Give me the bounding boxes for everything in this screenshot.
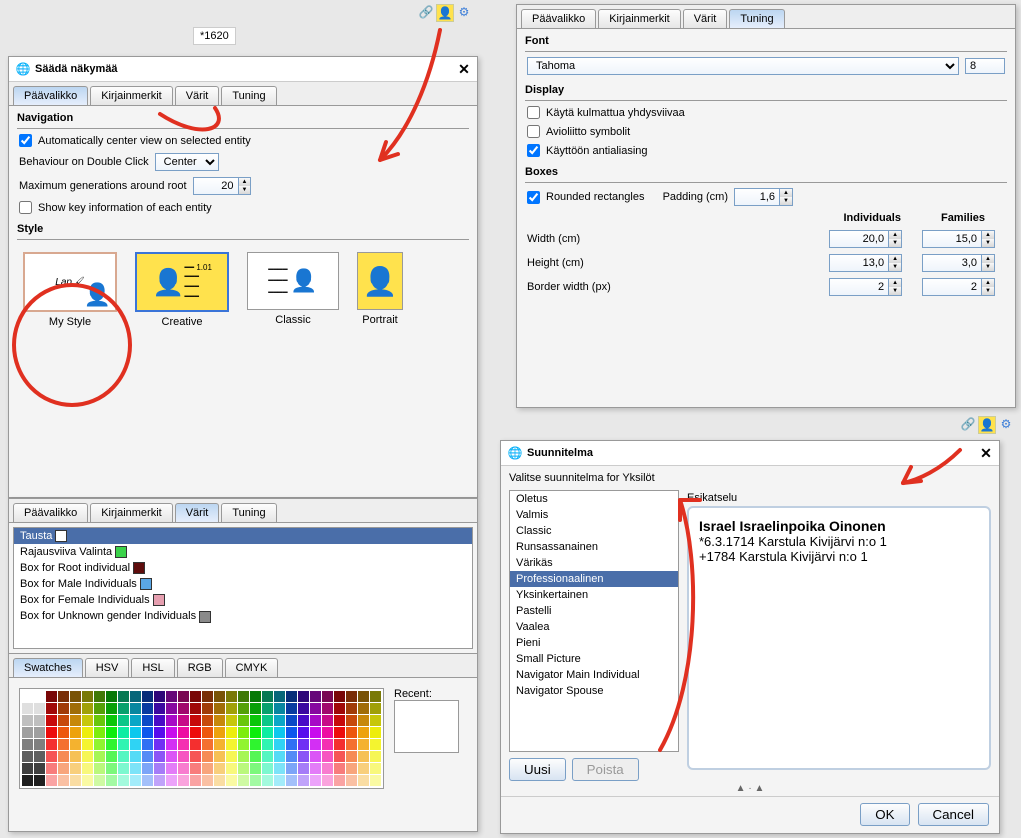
list-item: Box for Male Individuals bbox=[14, 576, 472, 592]
list-item[interactable]: Oletus bbox=[510, 491, 678, 507]
height-ind-spinner[interactable]: ▲▼ bbox=[829, 254, 902, 272]
maxgen-spinner[interactable]: ▲▼ bbox=[193, 177, 252, 195]
close-icon[interactable]: ✕ bbox=[457, 62, 471, 76]
expand-handle[interactable]: ▲ · ▲ bbox=[501, 781, 999, 796]
font-select[interactable]: Tahoma bbox=[527, 57, 959, 75]
person-icon[interactable]: 👤 bbox=[436, 4, 454, 22]
list-item: Rajausviiva Valinta bbox=[14, 544, 472, 560]
list-item[interactable]: Classic bbox=[510, 523, 678, 539]
tab-swatches[interactable]: Swatches bbox=[13, 658, 83, 677]
tab-hsv[interactable]: HSV bbox=[85, 658, 130, 677]
antialiasing-checkbox[interactable] bbox=[527, 144, 540, 157]
maxgen-label: Maximum generations around root bbox=[19, 180, 187, 192]
tab-kirjainmerkit-3[interactable]: Kirjainmerkit bbox=[598, 9, 681, 28]
colors-panel: Päävalikko Kirjainmerkit Värit Tuning Ta… bbox=[8, 498, 478, 832]
behaviour-label: Behaviour on Double Click bbox=[19, 156, 149, 168]
list-item[interactable]: Small Picture bbox=[510, 651, 678, 667]
tab-cmyk[interactable]: CMYK bbox=[225, 658, 279, 677]
new-button[interactable]: Uusi bbox=[509, 758, 566, 781]
preview-name: Israel Israelinpoika Oinonen bbox=[699, 518, 979, 534]
list-item[interactable]: Värikäs bbox=[510, 555, 678, 571]
list-item[interactable]: Yksinkertainen bbox=[510, 587, 678, 603]
auto-center-checkbox[interactable] bbox=[19, 134, 32, 147]
globe-icon-2: 🌐 bbox=[507, 445, 523, 461]
list-item[interactable]: Navigator Main Individual bbox=[510, 667, 678, 683]
display-heading: Display bbox=[517, 78, 1015, 98]
list-item[interactable]: Pastelli bbox=[510, 603, 678, 619]
delete-button: Poista bbox=[572, 758, 639, 781]
font-size-input[interactable] bbox=[965, 58, 1005, 74]
recent-label: Recent: bbox=[394, 688, 459, 700]
padding-spinner[interactable]: ▲▼ bbox=[734, 188, 793, 206]
list-item: Box for Root individual bbox=[14, 560, 472, 576]
tab-paavalikko-3[interactable]: Päävalikko bbox=[521, 9, 596, 28]
style-heading: Style bbox=[9, 217, 477, 237]
style-classic[interactable]: ━━━━━━━━━━━━ 👤 Classic bbox=[247, 252, 339, 328]
tab-varit-3[interactable]: Värit bbox=[683, 9, 728, 28]
recent-swatches[interactable] bbox=[394, 700, 459, 753]
tab-tuning-3[interactable]: Tuning bbox=[729, 9, 784, 28]
height-fam-spinner[interactable]: ▲▼ bbox=[922, 254, 995, 272]
plan-title: Suunnitelma bbox=[527, 447, 593, 459]
style-my-style[interactable]: Lap🖌👤 My Style bbox=[23, 252, 117, 328]
preview-heading: Esikatselu bbox=[687, 490, 991, 506]
list-item: Tausta bbox=[14, 528, 472, 544]
showkey-checkbox[interactable] bbox=[19, 201, 32, 214]
preview-death: +1784 Karstula Kivijärvi n:o 1 bbox=[699, 549, 979, 564]
list-item: Box for Female Individuals bbox=[14, 592, 472, 608]
document-tab[interactable]: *1620 bbox=[193, 27, 236, 45]
color-list[interactable]: Tausta Rajausviiva Valinta Box for Root … bbox=[13, 527, 473, 649]
close-icon-2[interactable]: ✕ bbox=[979, 446, 993, 460]
style-creative[interactable]: 👤━━ 1.01━━━━━━━━━ Creative bbox=[135, 252, 229, 328]
font-heading: Font bbox=[517, 29, 1015, 49]
tab-varit[interactable]: Värit bbox=[175, 86, 220, 105]
gear-icon[interactable]: ⚙ bbox=[456, 4, 472, 20]
list-item[interactable]: Pieni bbox=[510, 635, 678, 651]
marriage-symbols-checkbox[interactable] bbox=[527, 125, 540, 138]
rounded-checkbox[interactable] bbox=[527, 191, 540, 204]
list-item[interactable]: Valmis bbox=[510, 507, 678, 523]
preview-birth: *6.3.1714 Karstula Kivijärvi n:o 1 bbox=[699, 534, 979, 549]
tuning-panel: Päävalikko Kirjainmerkit Värit Tuning Fo… bbox=[516, 4, 1016, 408]
list-item[interactable]: Runsassanainen bbox=[510, 539, 678, 555]
behaviour-select[interactable]: Center bbox=[155, 153, 219, 171]
list-item[interactable]: Navigator Spouse bbox=[510, 683, 678, 699]
link-icon[interactable]: 🔗 bbox=[418, 4, 434, 20]
tab-kirjainmerkit[interactable]: Kirjainmerkit bbox=[90, 86, 173, 105]
angled-connector-checkbox[interactable] bbox=[527, 106, 540, 119]
list-item[interactable]: Professionaalinen bbox=[510, 571, 678, 587]
auto-center-label: Automatically center view on selected en… bbox=[38, 135, 251, 147]
person-icon-2[interactable]: 👤 bbox=[978, 416, 996, 434]
plan-prompt: Valitse suunnitelma for Yksilöt bbox=[501, 466, 999, 490]
preview-box: Israel Israelinpoika Oinonen *6.3.1714 K… bbox=[687, 506, 991, 770]
width-ind-spinner[interactable]: ▲▼ bbox=[829, 230, 902, 248]
globe-icon: 🌐 bbox=[15, 61, 31, 77]
border-fam-spinner[interactable]: ▲▼ bbox=[922, 278, 995, 296]
ok-button[interactable]: OK bbox=[860, 803, 909, 826]
cancel-button[interactable]: Cancel bbox=[918, 803, 990, 826]
tab-tuning[interactable]: Tuning bbox=[221, 86, 276, 105]
gear-icon-2[interactable]: ⚙ bbox=[998, 416, 1014, 432]
plan-list[interactable]: OletusValmisClassicRunsassanainenVärikäs… bbox=[509, 490, 679, 752]
boxes-heading: Boxes bbox=[517, 160, 1015, 180]
tab-varit-2[interactable]: Värit bbox=[175, 503, 220, 522]
swatch-grid[interactable] bbox=[19, 688, 384, 789]
tab-paavalikko[interactable]: Päävalikko bbox=[13, 86, 88, 105]
tab-rgb[interactable]: RGB bbox=[177, 658, 223, 677]
tab-tuning-2[interactable]: Tuning bbox=[221, 503, 276, 522]
settings-dialog: 🌐 Säädä näkymää ✕ Päävalikko Kirjainmerk… bbox=[8, 56, 478, 498]
dialog-title: Säädä näkymää bbox=[35, 63, 118, 75]
tab-hsl[interactable]: HSL bbox=[131, 658, 174, 677]
style-portrait[interactable]: 👤 Portrait bbox=[357, 252, 403, 328]
tab-kirjainmerkit-2[interactable]: Kirjainmerkit bbox=[90, 503, 173, 522]
border-ind-spinner[interactable]: ▲▼ bbox=[829, 278, 902, 296]
plan-dialog: 🌐 Suunnitelma ✕ Valitse suunnitelma for … bbox=[500, 440, 1000, 834]
list-item[interactable]: Vaalea bbox=[510, 619, 678, 635]
list-item: Box for Unknown gender Individuals bbox=[14, 608, 472, 624]
navigation-heading: Navigation bbox=[9, 106, 477, 126]
tab-paavalikko-2[interactable]: Päävalikko bbox=[13, 503, 88, 522]
showkey-label: Show key information of each entity bbox=[38, 202, 212, 214]
link-icon-2[interactable]: 🔗 bbox=[960, 416, 976, 432]
width-fam-spinner[interactable]: ▲▼ bbox=[922, 230, 995, 248]
